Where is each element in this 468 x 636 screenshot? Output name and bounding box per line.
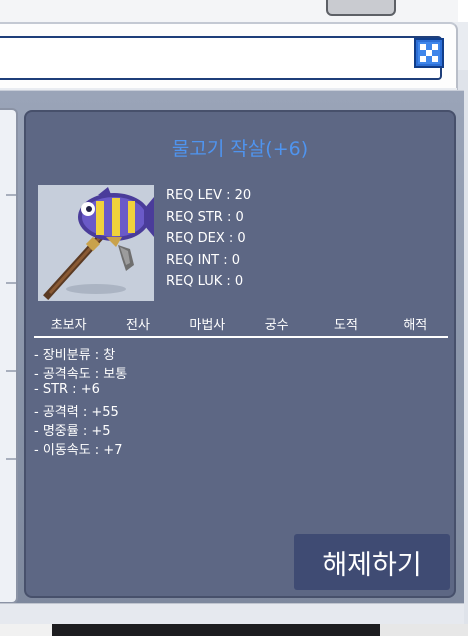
item-tooltip-panel: 물고기 작살(+6) REQ LEV: 20 REQ STR: 0 REQ … [24, 110, 456, 598]
class-bowman: 궁수 [264, 318, 289, 333]
req-dex: REQ DEX : 0 [166, 231, 246, 246]
stat-line: - 공격속도 : 보통 [34, 367, 128, 382]
left-panel [0, 108, 18, 604]
class-pirate: 해적 [403, 318, 428, 333]
stat-line: - STR : +6 [34, 382, 100, 397]
left-panel-tick [6, 194, 16, 196]
stat-line: - 장비분류 : 창 [34, 348, 116, 363]
checker-icon[interactable] [414, 38, 444, 68]
class-list: 초보자 전사 마법사 궁수 도적 해적 [34, 314, 450, 333]
stat-line: - 명중률 : +5 [34, 424, 111, 439]
requirements-list: REQ LEV : 20 REQ STR : 0 REQ DEX : 0 REQ… [166, 188, 251, 296]
toolbar-field[interactable] [0, 36, 442, 80]
toolbar-bar [0, 22, 458, 88]
bottom-edge-right [380, 624, 468, 636]
left-panel-tick [6, 458, 16, 460]
class-beginner: 초보자 [50, 318, 87, 333]
bottom-edge [0, 624, 468, 636]
top-right-corner [458, 0, 468, 22]
top-strip [0, 0, 468, 22]
divider [34, 336, 448, 338]
req-luk: REQ LUK : 0 [166, 274, 244, 289]
bottom-edge-left [0, 624, 52, 636]
req-level: REQ LEV : 20 [166, 188, 252, 203]
stats-list: - 장비분류 : 창 - 공격속도 : 보통 - STR : +6 - 공격력 … [34, 344, 127, 458]
class-thief: 도적 [334, 318, 358, 333]
req-str: REQ STR : 0 [166, 209, 244, 225]
stat-line: - 공격력 : +55 [34, 405, 119, 420]
window-handle[interactable] [326, 0, 396, 16]
left-panel-tick [6, 282, 16, 284]
class-warrior: 전사 [126, 318, 150, 333]
item-title: 물고기 작살(+6) [171, 138, 309, 160]
stat-line: - 이동속도 : +7 [34, 443, 123, 458]
left-panel-tick [6, 370, 16, 372]
class-magician: 마법사 [189, 318, 226, 333]
release-button[interactable]: 해제하기 [294, 534, 450, 590]
req-int: REQ INT : 0 [166, 252, 241, 268]
fish-spear-icon [38, 185, 154, 301]
bottom-strip [0, 603, 464, 625]
